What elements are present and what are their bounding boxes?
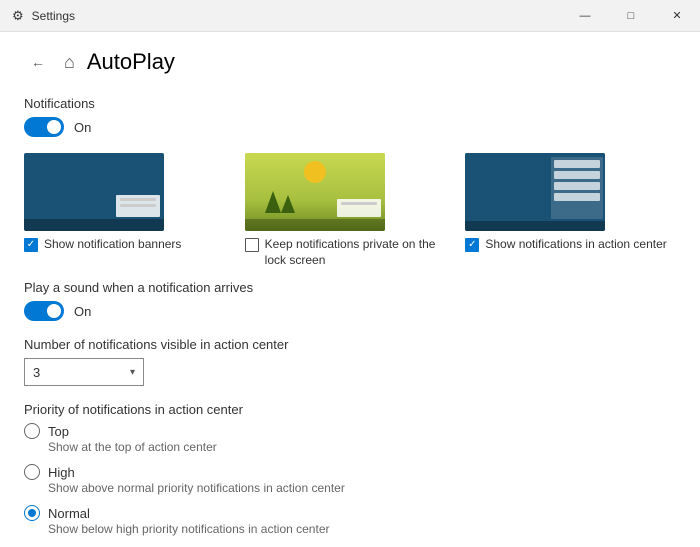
sound-toggle-label: On (74, 304, 91, 319)
radio-top-row[interactable]: Top (24, 423, 676, 439)
radio-top-circle[interactable] (24, 423, 40, 439)
back-button[interactable]: ← (24, 48, 52, 76)
titlebar-left: ⚙ Settings (12, 8, 75, 24)
lock-preview-image (245, 153, 385, 231)
titlebar: ⚙ Settings — □ ✕ (0, 0, 700, 32)
settings-icon: ⚙ (12, 8, 24, 24)
maximize-button[interactable]: □ (608, 0, 654, 32)
radio-top-label: Top (48, 424, 69, 439)
ac-item-2 (554, 171, 600, 179)
lock-notif-line (341, 202, 377, 205)
landscape-tree-1 (265, 191, 281, 213)
radio-high: High Show above normal priority notifica… (24, 464, 676, 495)
banner-checkbox-text: Show notification banners (44, 237, 181, 253)
banner-preview-image (24, 153, 164, 231)
sound-toggle-row: On (24, 301, 676, 321)
taskbar-1 (24, 219, 164, 231)
landscape-notif (337, 199, 381, 217)
visible-count-section: Number of notifications visible in actio… (24, 337, 676, 386)
banner-checkbox-label[interactable]: Show notification banners (24, 237, 181, 253)
ac-preview-item: Show notifications in action center (465, 153, 676, 268)
priority-section: Priority of notifications in action cent… (24, 402, 676, 546)
minimize-button[interactable]: — (562, 0, 608, 32)
titlebar-controls: — □ ✕ (562, 0, 700, 32)
ac-item-4 (554, 193, 600, 201)
notif-line-2 (120, 204, 156, 207)
priority-radio-group: Top Show at the top of action center Hig… (24, 423, 676, 546)
notifications-label: Notifications (24, 96, 676, 111)
notification-banner-mock (116, 195, 160, 217)
visible-count-label: Number of notifications visible in actio… (24, 337, 676, 352)
lock-checkbox[interactable] (245, 238, 259, 252)
main-panel: ← ⌂ AutoPlay Notifications On (0, 32, 700, 547)
chevron-down-icon: ▾ (130, 367, 135, 378)
radio-high-label: High (48, 465, 75, 480)
lock-taskbar (245, 219, 385, 231)
ac-panel (551, 157, 603, 219)
notifications-toggle-label: On (74, 120, 91, 135)
visible-count-dropdown[interactable]: 3 ▾ (24, 358, 144, 386)
landscape-sun (304, 161, 326, 183)
lock-checkbox-label[interactable]: Keep notifications private on the lock s… (245, 237, 456, 268)
radio-normal: Normal Show below high priority notifica… (24, 505, 676, 536)
settings-window: ⚙ Settings — □ ✕ ← ⌂ AutoPlay Notificati… (0, 0, 700, 547)
window-title: Settings (32, 9, 75, 23)
radio-top-desc: Show at the top of action center (48, 440, 676, 454)
notifications-toggle[interactable] (24, 117, 64, 137)
priority-label: Priority of notifications in action cent… (24, 402, 676, 417)
radio-normal-row[interactable]: Normal (24, 505, 676, 521)
landscape-tree-2 (281, 195, 295, 213)
ac-preview-image (465, 153, 605, 231)
radio-high-desc: Show above normal priority notifications… (48, 481, 676, 495)
lock-preview-item: Keep notifications private on the lock s… (245, 153, 456, 268)
radio-high-circle[interactable] (24, 464, 40, 480)
page-title: AutoPlay (87, 49, 175, 75)
radio-normal-desc: Show below high priority notifications i… (48, 522, 676, 536)
ac-taskbar (465, 221, 605, 231)
page-header: ← ⌂ AutoPlay (24, 48, 676, 76)
content: ← ⌂ AutoPlay Notifications On (0, 32, 700, 547)
sound-section: Play a sound when a notification arrives… (24, 280, 676, 321)
dropdown-value: 3 (33, 365, 40, 380)
home-icon[interactable]: ⌂ (64, 52, 75, 73)
lock-checkbox-text: Keep notifications private on the lock s… (265, 237, 456, 268)
action-center-mock (465, 153, 605, 231)
radio-normal-circle[interactable] (24, 505, 40, 521)
close-button[interactable]: ✕ (654, 0, 700, 32)
ac-item-1 (554, 160, 600, 168)
ac-checkbox-label[interactable]: Show notifications in action center (465, 237, 666, 253)
desktop-mock-1 (24, 153, 164, 231)
radio-top: Top Show at the top of action center (24, 423, 676, 454)
ac-item-3 (554, 182, 600, 190)
banner-checkbox[interactable] (24, 238, 38, 252)
notification-previews: Show notification banners (24, 153, 676, 268)
banner-preview-item: Show notification banners (24, 153, 235, 268)
sound-toggle[interactable] (24, 301, 64, 321)
landscape-sky (245, 153, 385, 231)
notif-line-1 (120, 198, 156, 201)
notifications-toggle-row: On (24, 117, 676, 137)
radio-high-row[interactable]: High (24, 464, 676, 480)
radio-normal-label: Normal (48, 506, 90, 521)
ac-checkbox-text: Show notifications in action center (485, 237, 666, 253)
sound-label: Play a sound when a notification arrives (24, 280, 676, 295)
ac-checkbox[interactable] (465, 238, 479, 252)
